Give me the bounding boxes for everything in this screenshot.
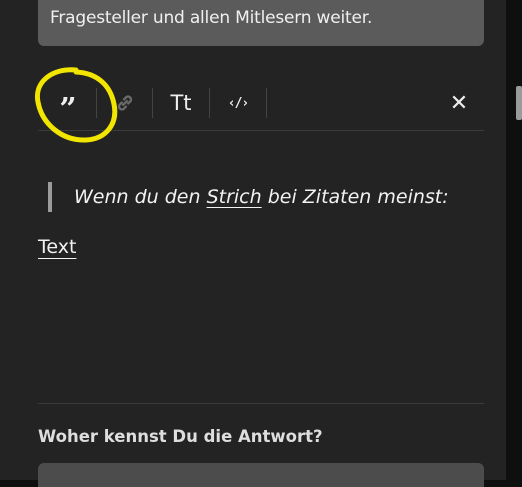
info-text: Fragesteller und allen Mitlesern weiter. [50,8,373,28]
info-box: Fragesteller und allen Mitlesern weiter. [38,0,484,46]
quote-text-after: bei Zitaten meinst: [261,186,449,208]
blockquote[interactable]: Wenn du den Strich bei Zitaten meinst: [48,182,449,212]
answer-panel: Fragesteller und allen Mitlesern weiter.… [0,0,506,487]
text-format-button[interactable]: Tt [153,76,209,130]
question-label: Woher kennst Du die Antwort? [38,427,323,446]
quote-link[interactable]: Strich [207,186,262,208]
quote-button[interactable]: ” [38,76,96,130]
link-icon [117,95,132,111]
editor-paragraph[interactable]: Text [38,236,76,258]
code-icon: ‹/› [227,95,250,111]
scrollbar-thumb[interactable] [516,86,522,120]
close-toolbar-button[interactable]: ✕ [434,76,484,130]
link-button[interactable] [97,76,152,130]
answer-input[interactable] [38,463,484,487]
quote-icon: ” [59,92,76,127]
quote-text-before: Wenn du den [74,186,207,208]
text-format-icon: Tt [170,91,192,115]
toolbar-separator [266,88,267,118]
section-divider [38,403,484,404]
close-icon: ✕ [449,90,469,116]
code-button[interactable]: ‹/› [210,76,266,130]
formatting-toolbar: ” Tt ‹/› ✕ [38,76,484,131]
